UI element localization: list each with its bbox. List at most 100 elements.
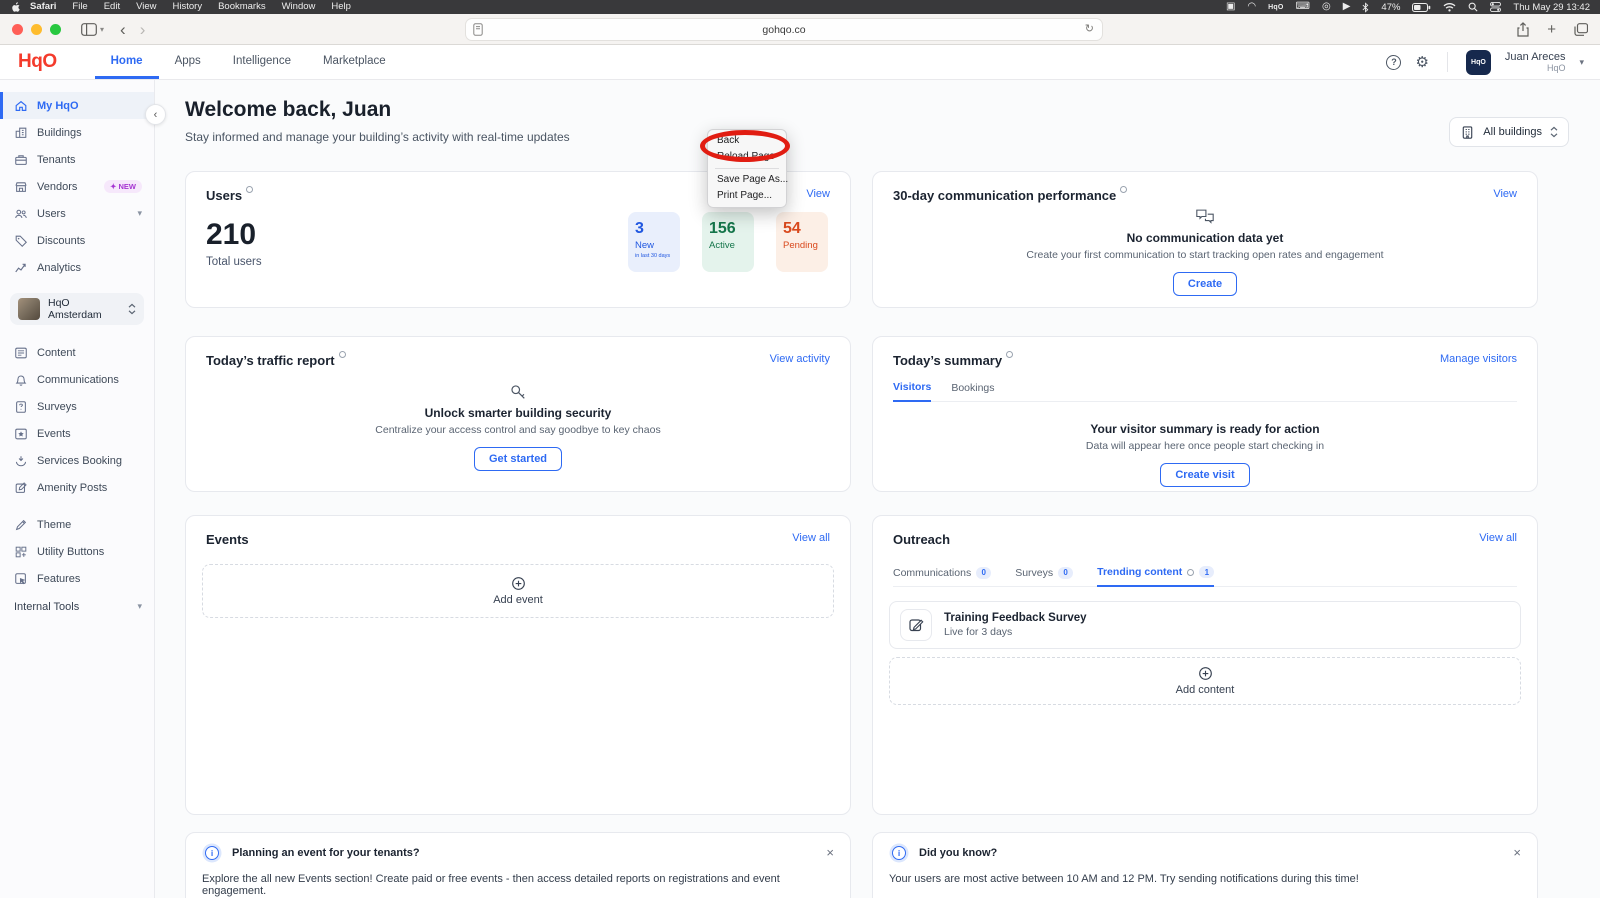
- info-icon[interactable]: [1006, 351, 1013, 358]
- tab-visitors[interactable]: Visitors: [893, 381, 931, 402]
- add-content-button[interactable]: Add content: [889, 657, 1521, 705]
- sidebar-item-internal-tools[interactable]: Internal Tools ▾: [0, 593, 154, 620]
- sidebar-item-features[interactable]: Features: [0, 565, 154, 592]
- hqo-menubar-icon[interactable]: HqO: [1268, 4, 1283, 11]
- manage-visitors-link[interactable]: Manage visitors: [1440, 353, 1517, 365]
- info-icon[interactable]: [339, 351, 346, 358]
- building-selector[interactable]: HqO Amsterdam: [10, 293, 144, 325]
- sidebar-item-theme[interactable]: Theme: [0, 511, 154, 538]
- avatar[interactable]: HqO: [1466, 50, 1491, 75]
- tab-intelligence[interactable]: Intelligence: [217, 45, 307, 79]
- count-badge: 0: [1058, 567, 1073, 579]
- sidebar-item-content[interactable]: Content: [0, 339, 154, 366]
- sidebar-item-events[interactable]: Events: [0, 420, 154, 447]
- info-icon[interactable]: [1120, 186, 1127, 193]
- sidebar-item-utility-buttons[interactable]: Utility Buttons: [0, 538, 154, 565]
- sidebar-item-services-booking[interactable]: Services Booking: [0, 447, 154, 474]
- tab-apps[interactable]: Apps: [159, 45, 217, 79]
- events-view-all-link[interactable]: View all: [792, 532, 830, 544]
- close-icon[interactable]: ×: [826, 847, 834, 859]
- play-icon[interactable]: ▶: [1343, 0, 1351, 14]
- create-communication-button[interactable]: Create: [1173, 272, 1237, 296]
- menubar-bookmarks[interactable]: Bookmarks: [210, 0, 274, 14]
- context-menu-reload-page[interactable]: Reload Page: [708, 149, 786, 165]
- outreach-card: Outreach View all Communications 0 Surve…: [872, 515, 1538, 815]
- screen-mirroring-icon[interactable]: ▣: [1226, 0, 1235, 14]
- storefront-icon: [14, 180, 28, 194]
- sidebar-item-users[interactable]: Users ▾: [0, 200, 154, 227]
- tab-home[interactable]: Home: [95, 45, 159, 79]
- sidebar-item-label: Surveys: [37, 401, 77, 413]
- share-icon[interactable]: [1517, 22, 1529, 37]
- create-visit-button[interactable]: Create visit: [1160, 463, 1249, 487]
- menubar-history[interactable]: History: [165, 0, 211, 14]
- get-started-button[interactable]: Get started: [474, 447, 562, 471]
- context-menu-print-page[interactable]: Print Page...: [708, 188, 786, 204]
- bluetooth-icon[interactable]: [1362, 2, 1369, 13]
- zoom-window-button[interactable]: [50, 24, 61, 35]
- context-menu-save-page-as[interactable]: Save Page As...: [708, 172, 786, 188]
- user-menu-chevron-icon[interactable]: ▾: [1579, 57, 1584, 68]
- building-thumbnail: [18, 298, 40, 320]
- buildings-filter-dropdown[interactable]: All buildings: [1449, 117, 1569, 147]
- tab-marketplace[interactable]: Marketplace: [307, 45, 402, 79]
- menubar-app-name[interactable]: Safari: [22, 0, 64, 14]
- tab-communications[interactable]: Communications 0: [893, 566, 991, 586]
- sidebar-item-label: Discounts: [37, 235, 85, 247]
- info-icon[interactable]: [246, 186, 253, 193]
- forward-button[interactable]: ›: [140, 14, 146, 45]
- address-bar[interactable]: gohqo.co ↻: [466, 19, 1102, 40]
- tab-trending-content[interactable]: Trending content 1: [1097, 566, 1214, 587]
- wifi-icon[interactable]: [1443, 2, 1456, 12]
- home-icon: [14, 99, 28, 113]
- control-center-icon[interactable]: [1490, 2, 1501, 12]
- outreach-view-all-link[interactable]: View all: [1479, 532, 1517, 544]
- menubar-view[interactable]: View: [128, 0, 164, 14]
- communication-view-link[interactable]: View: [1493, 188, 1517, 200]
- privacy-report-icon[interactable]: [473, 23, 483, 36]
- headset-icon[interactable]: ◠: [1247, 0, 1256, 14]
- keyboard-icon[interactable]: ⌨: [1296, 0, 1310, 14]
- new-tab-button[interactable]: +: [1547, 14, 1556, 45]
- tab-bookings[interactable]: Bookings: [951, 381, 994, 401]
- tab-overview-icon[interactable]: [1574, 23, 1588, 36]
- trending-content-item[interactable]: Training Feedback Survey Live for 3 days: [889, 601, 1521, 649]
- users-view-link[interactable]: View: [806, 188, 830, 200]
- sidebar-item-communications[interactable]: Communications: [0, 366, 154, 393]
- record-icon[interactable]: ◎: [1322, 0, 1331, 14]
- close-window-button[interactable]: [12, 24, 23, 35]
- minimize-window-button[interactable]: [31, 24, 42, 35]
- menubar-help[interactable]: Help: [323, 0, 359, 14]
- sidebar-item-amenity-posts[interactable]: Amenity Posts: [0, 474, 154, 501]
- card-title: Outreach: [893, 532, 950, 547]
- back-button[interactable]: ‹: [120, 14, 126, 45]
- view-activity-link[interactable]: View activity: [770, 353, 830, 365]
- context-menu-back[interactable]: Back: [708, 133, 786, 149]
- sidebar-item-label: Users: [37, 208, 66, 220]
- menubar-file[interactable]: File: [64, 0, 95, 14]
- spotlight-icon[interactable]: [1468, 2, 1478, 12]
- menubar-window[interactable]: Window: [274, 0, 324, 14]
- did-you-know-banner: i Did you know? × Your users are most ac…: [872, 832, 1538, 898]
- sidebar-item-surveys[interactable]: Surveys: [0, 393, 154, 420]
- info-circle-icon: i: [892, 846, 906, 860]
- add-event-button[interactable]: Add event: [202, 564, 834, 618]
- sidebar-collapse-button[interactable]: ‹: [145, 104, 166, 125]
- apple-logo-icon[interactable]: [10, 1, 20, 13]
- menubar-clock[interactable]: Thu May 29 13:42: [1513, 2, 1590, 13]
- sidebar-item-tenants[interactable]: Tenants: [0, 146, 154, 173]
- tab-surveys[interactable]: Surveys 0: [1015, 566, 1073, 586]
- reload-icon[interactable]: ↻: [1085, 19, 1094, 40]
- gear-icon[interactable]: ⚙: [1415, 55, 1428, 70]
- hqo-logo[interactable]: HqO: [18, 51, 57, 73]
- sidebar-item-buildings[interactable]: Buildings: [0, 119, 154, 146]
- close-icon[interactable]: ×: [1513, 847, 1521, 859]
- sidebar-toggle-icon[interactable]: [81, 23, 97, 36]
- sidebar-item-vendors[interactable]: Vendors ✦ NEW: [0, 173, 154, 200]
- sidebar-item-my-hqo[interactable]: My HqO: [0, 92, 154, 119]
- sidebar-item-analytics[interactable]: Analytics: [0, 254, 154, 281]
- menubar-edit[interactable]: Edit: [96, 0, 128, 14]
- help-icon[interactable]: ?: [1386, 55, 1401, 70]
- sidebar-chevron-icon[interactable]: ▾: [100, 25, 104, 34]
- sidebar-item-discounts[interactable]: Discounts: [0, 227, 154, 254]
